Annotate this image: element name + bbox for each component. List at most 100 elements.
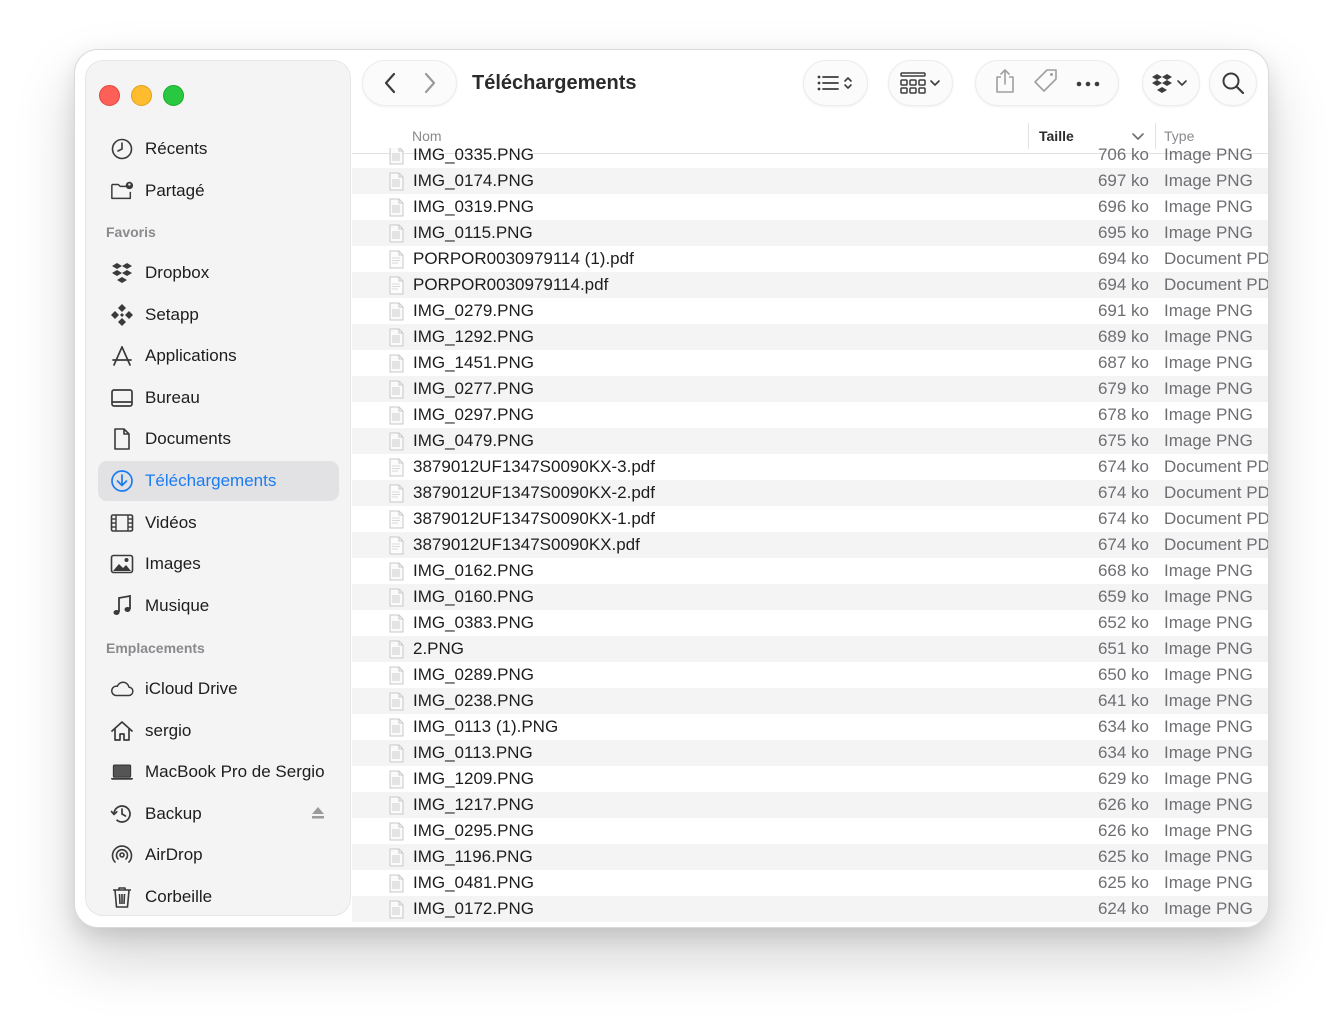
file-name: IMG_0115.PNG: [413, 223, 533, 242]
file-row[interactable]: 3879012UF1347S0090KX-3.pdf 674 ko Document…: [352, 454, 1268, 480]
file-size: 689 ko: [1097, 327, 1149, 346]
image-file-icon: [387, 380, 405, 399]
file-size: 674 ko: [1097, 509, 1149, 528]
photo-icon: [108, 550, 136, 578]
column-divider[interactable]: [1028, 123, 1029, 149]
sidebar-item-telechargements[interactable]: Téléchargements: [98, 461, 339, 501]
sidebar-item-images[interactable]: Images: [98, 544, 339, 584]
file-size: 695 ko: [1097, 223, 1149, 242]
sidebar-item-videos[interactable]: Vidéos: [98, 503, 339, 543]
file-type: Document PDF: [1164, 509, 1268, 528]
file-row[interactable]: IMG_0277.PNG 679 ko Image PNG: [352, 376, 1268, 402]
file-size: 668 ko: [1097, 561, 1149, 580]
sidebar-item-backup[interactable]: Backup: [98, 794, 339, 834]
file-size: 674 ko: [1097, 457, 1149, 476]
file-row[interactable]: 2.PNG 651 ko Image PNG: [352, 636, 1268, 662]
sidebar-item-dropbox[interactable]: Dropbox: [98, 253, 339, 293]
sidebar-item-setapp[interactable]: Setapp: [98, 295, 339, 335]
file-row[interactable]: IMG_1292.PNG 689 ko Image PNG: [352, 324, 1268, 350]
group-button[interactable]: [888, 60, 953, 106]
file-size: 625 ko: [1097, 873, 1149, 892]
sidebar-item-recents[interactable]: Récents: [98, 129, 339, 169]
file-row[interactable]: IMG_0319.PNG 696 ko Image PNG: [352, 194, 1268, 220]
file-row[interactable]: IMG_0162.PNG 668 ko Image PNG: [352, 558, 1268, 584]
file-row[interactable]: IMG_0174.PNG 697 ko Image PNG: [352, 168, 1268, 194]
close-button[interactable]: [99, 85, 120, 106]
file-row[interactable]: IMG_0115.PNG 695 ko Image PNG: [352, 220, 1268, 246]
file-row[interactable]: IMG_0113 (1).PNG 634 ko Image PNG: [352, 714, 1268, 740]
file-name: IMG_0160.PNG: [413, 587, 534, 606]
file-name: IMG_0174.PNG: [413, 171, 534, 190]
zoom-button[interactable]: [163, 85, 184, 106]
sidebar-item-musique[interactable]: Musique: [98, 586, 339, 626]
file-row[interactable]: IMG_1209.PNG 629 ko Image PNG: [352, 766, 1268, 792]
sidebar-item-label: Musique: [145, 595, 210, 615]
file-row[interactable]: IMG_0160.PNG 659 ko Image PNG: [352, 584, 1268, 610]
file-name: IMG_0238.PNG: [413, 691, 534, 710]
sort-descending-icon[interactable]: [1132, 133, 1144, 141]
file-row[interactable]: IMG_1451.PNG 687 ko Image PNG: [352, 350, 1268, 376]
file-row[interactable]: IMG_0238.PNG 641 ko Image PNG: [352, 688, 1268, 714]
minimize-button[interactable]: [131, 85, 152, 106]
file-size: 697 ko: [1097, 171, 1149, 190]
file-row[interactable]: 3879012UF1347S0090KX-1.pdf 674 ko Document…: [352, 506, 1268, 532]
sidebar-item-documents[interactable]: Documents: [98, 419, 339, 459]
tag-icon: [1034, 68, 1057, 92]
image-file-icon: [387, 848, 405, 867]
file-name: IMG_0289.PNG: [413, 665, 534, 684]
sidebar-item-bureau[interactable]: Bureau: [98, 378, 339, 418]
file-row[interactable]: 3879012UF1347S0090KX-2.pdf 674 ko Document…: [352, 480, 1268, 506]
file-row[interactable]: IMG_0279.PNG 691 ko Image PNG: [352, 298, 1268, 324]
file-row[interactable]: IMG_0297.PNG 678 ko Image PNG: [352, 402, 1268, 428]
eject-icon[interactable]: [311, 806, 325, 820]
more-button[interactable]: [1076, 74, 1100, 92]
file-row[interactable]: IMG_0172.PNG 624 ko Image PNG: [352, 896, 1268, 922]
sidebar-item-applications[interactable]: Applications: [98, 336, 339, 376]
column-size[interactable]: Taille: [1039, 128, 1074, 144]
back-button[interactable]: [370, 72, 410, 94]
file-row[interactable]: IMG_1217.PNG 626 ko Image PNG: [352, 792, 1268, 818]
file-row[interactable]: IMG_0295.PNG 626 ko Image PNG: [352, 818, 1268, 844]
column-divider[interactable]: [1155, 123, 1156, 149]
file-size: 694 ko: [1097, 275, 1149, 294]
sidebar-item-corbeille[interactable]: Corbeille: [98, 877, 339, 917]
file-name: IMG_0172.PNG: [413, 899, 534, 918]
file-type: Image PNG: [1164, 405, 1253, 424]
share-button[interactable]: [994, 68, 1016, 99]
pdf-file-icon: [387, 458, 405, 477]
file-row[interactable]: IMG_0335.PNG 706 ko Image PNG: [352, 148, 1268, 168]
file-row[interactable]: IMG_0383.PNG 652 ko Image PNG: [352, 610, 1268, 636]
sidebar-item-sergio[interactable]: sergio: [98, 711, 339, 751]
search-button[interactable]: [1209, 60, 1257, 106]
dropbox-menu-button[interactable]: [1142, 60, 1200, 106]
finder-window: Récents Partagé Favoris Dropbox Setapp Applic…: [74, 49, 1269, 928]
file-row[interactable]: PORPOR0030979114 (1).pdf 694 ko Document P…: [352, 246, 1268, 272]
file-size: 696 ko: [1097, 197, 1149, 216]
file-row[interactable]: IMG_0113.PNG 634 ko Image PNG: [352, 740, 1268, 766]
file-row[interactable]: PORPOR0030979114.pdf 694 ko Document PDF: [352, 272, 1268, 298]
sidebar-item-airdrop[interactable]: AirDrop: [98, 835, 339, 875]
file-row[interactable]: IMG_0479.PNG 675 ko Image PNG: [352, 428, 1268, 454]
file-row[interactable]: IMG_1196.PNG 625 ko Image PNG: [352, 844, 1268, 870]
file-size: 626 ko: [1097, 795, 1149, 814]
sidebar-item-partage[interactable]: Partagé: [98, 171, 339, 211]
tag-button[interactable]: [1033, 68, 1059, 99]
file-row[interactable]: 3879012UF1347S0090KX.pdf 674 ko Document P…: [352, 532, 1268, 558]
cloud-icon: [108, 675, 136, 703]
file-type: Image PNG: [1164, 665, 1253, 684]
file-type: Image PNG: [1164, 639, 1253, 658]
column-name[interactable]: Nom: [412, 128, 442, 144]
file-name: IMG_0113 (1).PNG: [413, 717, 559, 736]
sidebar-item-label: Dropbox: [145, 263, 210, 282]
sidebar-item-macbook-pro-de-sergio[interactable]: MacBook Pro de Sergio: [98, 752, 339, 792]
file-size: 694 ko: [1097, 249, 1149, 268]
file-type: Image PNG: [1164, 197, 1253, 216]
file-size: 679 ko: [1097, 379, 1149, 398]
sidebar-item-icloud-drive[interactable]: iCloud Drive: [98, 669, 339, 709]
file-row[interactable]: IMG_0289.PNG 650 ko Image PNG: [352, 662, 1268, 688]
forward-button[interactable]: [410, 72, 450, 94]
file-row[interactable]: IMG_0481.PNG 625 ko Image PNG: [352, 870, 1268, 896]
sidebar-item-label: Images: [145, 554, 201, 574]
view-mode-button[interactable]: [803, 60, 868, 106]
column-type[interactable]: Type: [1164, 128, 1194, 144]
